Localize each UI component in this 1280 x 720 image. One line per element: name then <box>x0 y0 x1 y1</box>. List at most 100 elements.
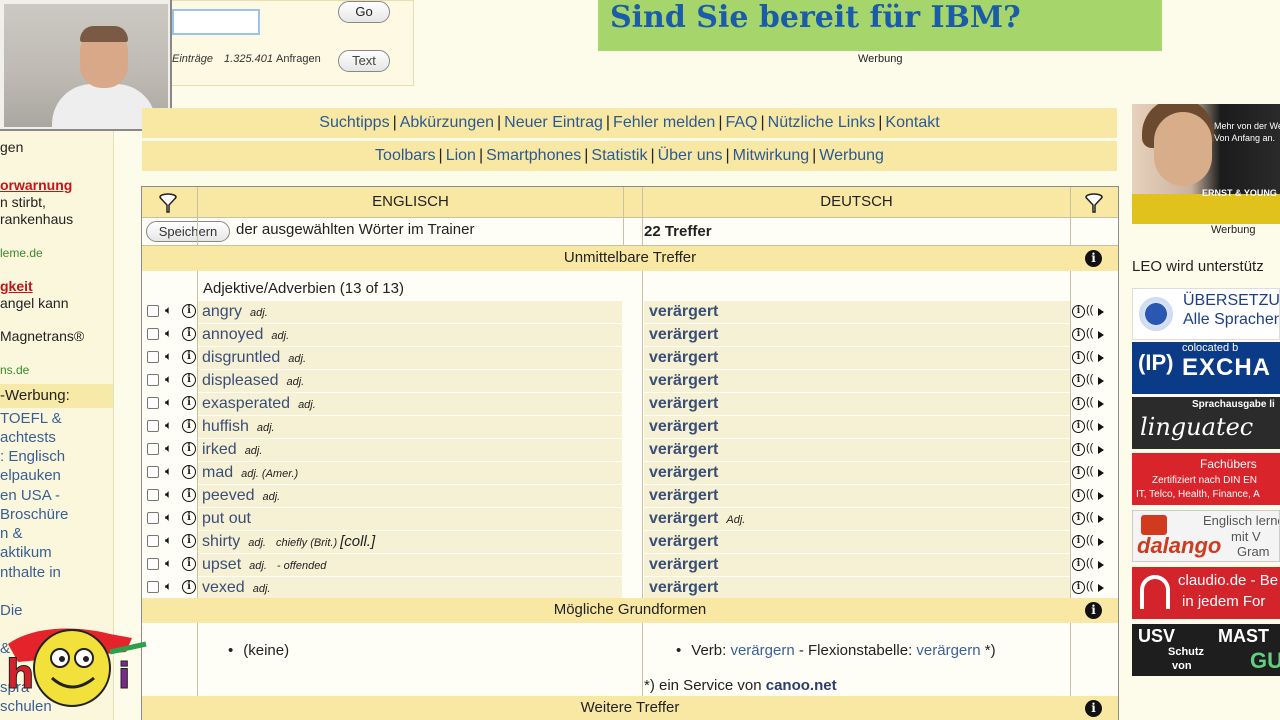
info-icon[interactable]: i <box>182 557 196 571</box>
info-icon[interactable]: i <box>182 396 196 410</box>
left-source-link[interactable]: leme.de <box>0 245 43 262</box>
info-icon[interactable]: i <box>182 373 196 387</box>
german-term[interactable]: verärgert <box>649 487 718 504</box>
verb-link[interactable]: verärgern <box>730 642 794 659</box>
select-checkbox[interactable] <box>147 374 159 386</box>
nav-link-smartphones[interactable]: Smartphones <box>486 147 581 164</box>
speaker-icon[interactable]: 🔈︎ <box>165 326 172 341</box>
search-input[interactable] <box>172 9 260 35</box>
select-checkbox[interactable] <box>147 443 159 455</box>
info-icon[interactable]: i <box>1072 397 1085 410</box>
english-term[interactable]: angry <box>202 303 242 320</box>
left-ad-line[interactable]: elpauken <box>0 467 61 484</box>
info-icon[interactable]: i <box>1072 512 1085 525</box>
speaker-icon[interactable]: 🔈︎ <box>165 510 172 525</box>
speaker-icon[interactable]: 🔈︎ <box>165 418 172 433</box>
english-term[interactable]: upset <box>202 556 241 573</box>
speaker-icon[interactable]: 🔈︎ <box>165 579 172 594</box>
select-checkbox[interactable] <box>147 581 159 593</box>
ad-dalango[interactable]: Englisch lerne dalango mit V Gram <box>1132 510 1280 562</box>
play-icon[interactable] <box>1098 584 1104 592</box>
german-term[interactable]: verärgert <box>649 395 718 412</box>
left-ad-line[interactable]: en USA - <box>0 487 60 504</box>
german-term[interactable]: verärgert <box>649 533 718 550</box>
speaker-icon[interactable]: (( <box>1086 396 1093 408</box>
info-icon[interactable]: i <box>1072 328 1085 341</box>
nav-link-statistik[interactable]: Statistik <box>591 147 647 164</box>
info-icon[interactable]: i <box>1085 602 1102 619</box>
go-button[interactable]: Go <box>338 1 390 23</box>
info-icon[interactable]: i <box>1072 558 1085 571</box>
speaker-icon[interactable]: 🔈︎ <box>165 464 172 479</box>
select-checkbox[interactable] <box>147 351 159 363</box>
left-news-link[interactable]: orwarnung <box>0 177 72 194</box>
info-icon[interactable]: i <box>1085 250 1102 267</box>
nav-link-abkuerzungen[interactable]: Abkürzungen <box>400 114 494 131</box>
info-icon[interactable]: i <box>182 465 196 479</box>
german-term[interactable]: verärgert <box>649 372 718 389</box>
play-icon[interactable] <box>1098 308 1104 316</box>
english-term[interactable]: shirty <box>202 533 240 550</box>
speaker-icon[interactable]: (( <box>1086 304 1093 316</box>
ad-linguatec[interactable]: Sprachausgabe li linguatec <box>1132 397 1280 449</box>
select-checkbox[interactable] <box>147 466 159 478</box>
play-icon[interactable] <box>1098 515 1104 523</box>
play-icon[interactable] <box>1098 377 1104 385</box>
info-icon[interactable]: i <box>182 580 196 594</box>
speaker-icon[interactable]: (( <box>1086 511 1093 523</box>
left-source-link[interactable]: ns.de <box>0 362 29 379</box>
select-checkbox[interactable] <box>147 558 159 570</box>
german-term[interactable]: verärgert <box>649 303 718 320</box>
select-checkbox[interactable] <box>147 489 159 501</box>
left-ad-line[interactable]: nthalte in <box>0 564 61 581</box>
info-icon[interactable]: i <box>1072 351 1085 364</box>
info-icon[interactable]: i <box>1072 489 1085 502</box>
speaker-icon[interactable]: 🔈︎ <box>165 372 172 387</box>
canoo-link[interactable]: canoo.net <box>766 677 837 694</box>
info-icon[interactable]: i <box>1072 581 1085 594</box>
speaker-icon[interactable]: 🔈︎ <box>165 533 172 548</box>
speaker-icon[interactable]: (( <box>1086 534 1093 546</box>
speaker-icon[interactable]: (( <box>1086 580 1093 592</box>
ad-usv[interactable]: USV MAST Schutz von GU <box>1132 624 1280 676</box>
speaker-icon[interactable]: 🔈︎ <box>165 395 172 410</box>
nav-link-kontakt[interactable]: Kontakt <box>885 114 939 131</box>
info-icon[interactable]: i <box>182 304 196 318</box>
speaker-icon[interactable]: 🔈︎ <box>165 556 172 571</box>
select-checkbox[interactable] <box>147 535 159 547</box>
play-icon[interactable] <box>1098 423 1104 431</box>
speaker-icon[interactable]: (( <box>1086 557 1093 569</box>
german-term[interactable]: verärgert <box>649 556 718 573</box>
english-term[interactable]: irked <box>202 441 237 458</box>
ibm-banner-ad[interactable]: Sind Sie bereit für IBM? <box>598 0 1162 51</box>
left-ad-line[interactable]: achtests <box>0 429 56 446</box>
german-term[interactable]: verärgert <box>649 441 718 458</box>
left-ad-line[interactable]: Broschüre <box>0 506 68 523</box>
left-ad-line[interactable]: : Englisch <box>0 448 65 465</box>
text-search-button[interactable]: Text <box>338 50 390 72</box>
play-icon[interactable] <box>1098 446 1104 454</box>
english-term[interactable]: peeved <box>202 487 255 504</box>
nav-link-neuer-eintrag[interactable]: Neuer Eintrag <box>504 114 603 131</box>
english-term[interactable]: mad <box>202 464 233 481</box>
ad-ip-exchange[interactable]: (IP) colocated b EXCHA <box>1132 342 1280 394</box>
info-icon[interactable]: i <box>182 327 196 341</box>
german-term[interactable]: verärgert <box>649 326 718 343</box>
select-checkbox[interactable] <box>147 328 159 340</box>
play-icon[interactable] <box>1098 492 1104 500</box>
left-ad-line[interactable]: TOEFL & <box>0 410 62 427</box>
play-icon[interactable] <box>1098 354 1104 362</box>
info-icon[interactable]: i <box>1072 305 1085 318</box>
play-icon[interactable] <box>1098 331 1104 339</box>
nav-link-nuetzliche-links[interactable]: Nützliche Links <box>768 114 876 131</box>
play-icon[interactable] <box>1098 469 1104 477</box>
nav-link-faq[interactable]: FAQ <box>725 114 757 131</box>
german-term[interactable]: verärgert <box>649 510 718 527</box>
select-checkbox[interactable] <box>147 512 159 524</box>
nav-link-suchtipps[interactable]: Suchtipps <box>319 114 389 131</box>
info-icon[interactable]: i <box>182 488 196 502</box>
speaker-icon[interactable]: (( <box>1086 373 1093 385</box>
english-term[interactable]: put out <box>202 510 251 527</box>
speaker-icon[interactable]: (( <box>1086 327 1093 339</box>
nav-link-mitwirkung[interactable]: Mitwirkung <box>733 147 809 164</box>
